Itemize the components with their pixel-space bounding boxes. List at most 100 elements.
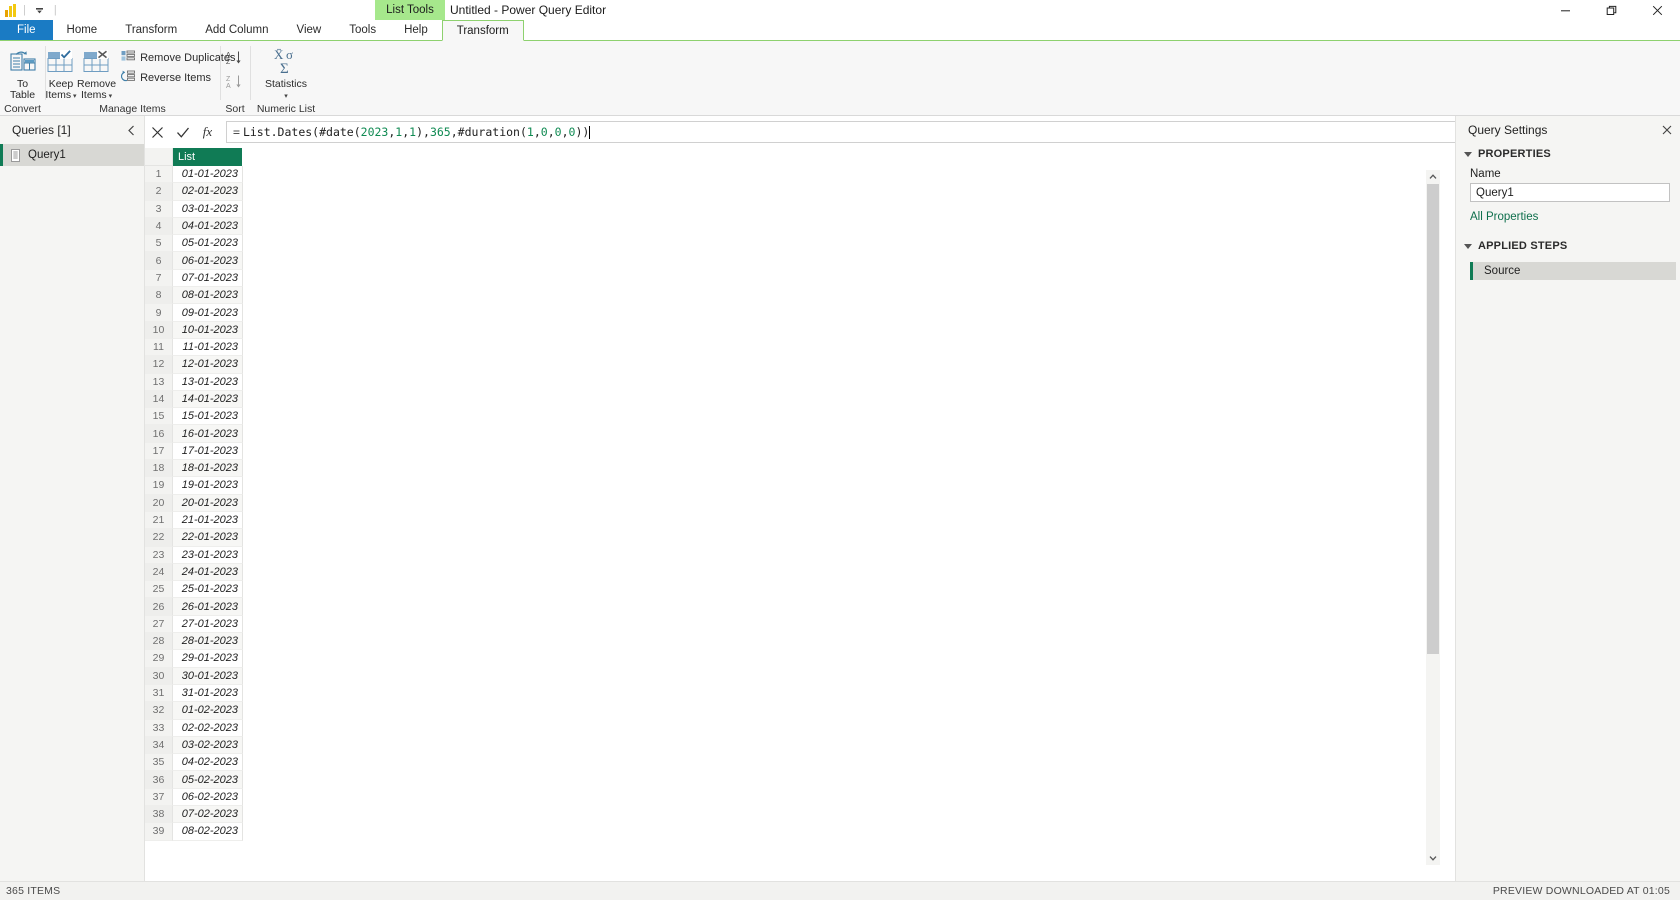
grid-row[interactable]: 18 18-01-2023 xyxy=(145,460,1370,478)
grid-cell-date[interactable]: 07-01-2023 xyxy=(173,269,243,288)
grid-cell-date[interactable]: 05-01-2023 xyxy=(173,235,243,253)
grid-cell-date[interactable]: 04-02-2023 xyxy=(173,754,243,772)
grid-cell-date[interactable]: 21-01-2023 xyxy=(173,511,243,530)
grid-row[interactable]: 19 19-01-2023 xyxy=(145,477,1370,495)
grid-cell-date[interactable]: 22-01-2023 xyxy=(173,529,243,547)
grid-cell-date[interactable]: 01-02-2023 xyxy=(173,702,243,720)
remove-items-button[interactable]: Remove Items ▾ xyxy=(77,45,116,102)
ribbon-tab-list-tools-transform[interactable]: Transform xyxy=(441,20,524,41)
grid-row[interactable]: 25 25-01-2023 xyxy=(145,581,1370,599)
grid-row[interactable]: 16 16-01-2023 xyxy=(145,425,1370,443)
grid-cell-date[interactable]: 19-01-2023 xyxy=(173,477,243,495)
restore-button[interactable] xyxy=(1588,0,1634,20)
scroll-down-arrow-icon[interactable] xyxy=(1426,851,1440,865)
remove-items-caret-icon[interactable]: ▾ xyxy=(107,93,113,100)
grid-row[interactable]: 29 29-01-2023 xyxy=(145,650,1370,668)
collapse-queries-pane-icon[interactable] xyxy=(127,125,136,136)
grid-cell-date[interactable]: 06-01-2023 xyxy=(173,252,243,270)
grid-cell-date[interactable]: 03-02-2023 xyxy=(173,736,243,755)
sort-ascending-button[interactable]: A Z xyxy=(224,46,246,70)
grid-row[interactable]: 15 15-01-2023 xyxy=(145,408,1370,426)
grid-row[interactable]: 39 08-02-2023 xyxy=(145,823,1370,841)
ribbon-tab-file[interactable]: File xyxy=(0,20,53,40)
grid-row[interactable]: 22 22-01-2023 xyxy=(145,529,1370,547)
grid-row[interactable]: 14 14-01-2023 xyxy=(145,390,1370,409)
grid-row[interactable]: 12 12-01-2023 xyxy=(145,356,1370,374)
grid-cell-date[interactable]: 08-01-2023 xyxy=(173,287,243,305)
grid-cell-date[interactable]: 14-01-2023 xyxy=(173,390,243,409)
grid-cell-date[interactable]: 06-02-2023 xyxy=(173,788,243,806)
grid-row[interactable]: 8 08-01-2023 xyxy=(145,287,1370,305)
grid-cell-date[interactable]: 16-01-2023 xyxy=(173,425,243,443)
close-query-settings-icon[interactable] xyxy=(1662,125,1672,135)
grid-row[interactable]: 3 03-01-2023 xyxy=(145,200,1370,218)
ribbon-tab-view[interactable]: View xyxy=(283,20,336,40)
grid-row[interactable]: 26 26-01-2023 xyxy=(145,598,1370,616)
scrollbar-thumb[interactable] xyxy=(1427,184,1439,654)
grid-cell-date[interactable]: 05-02-2023 xyxy=(173,771,243,789)
grid-cell-date[interactable]: 31-01-2023 xyxy=(173,684,243,703)
grid-row[interactable]: 32 01-02-2023 xyxy=(145,702,1370,720)
ribbon-tab-transform[interactable]: Transform xyxy=(111,20,191,40)
grid-cell-date[interactable]: 03-01-2023 xyxy=(173,200,243,218)
formula-input[interactable]: = List.Dates(#date(2023,1,1),365,#duratio… xyxy=(226,121,1656,143)
applied-step-source[interactable]: Source xyxy=(1470,262,1676,280)
grid-cell-date[interactable]: 20-01-2023 xyxy=(173,494,243,512)
grid-cell-date[interactable]: 13-01-2023 xyxy=(173,373,243,391)
grid-row[interactable]: 31 31-01-2023 xyxy=(145,684,1370,703)
grid-row[interactable]: 10 10-01-2023 xyxy=(145,321,1370,339)
grid-row[interactable]: 21 21-01-2023 xyxy=(145,511,1370,530)
all-properties-link[interactable]: All Properties xyxy=(1456,211,1680,223)
grid-row[interactable]: 30 30-01-2023 xyxy=(145,667,1370,685)
grid-row[interactable]: 9 09-01-2023 xyxy=(145,304,1370,322)
grid-row[interactable]: 4 04-01-2023 xyxy=(145,217,1370,236)
grid-cell-date[interactable]: 24-01-2023 xyxy=(173,563,243,582)
grid-cell-date[interactable]: 29-01-2023 xyxy=(173,650,243,668)
keep-items-button[interactable]: Keep Items ▾ xyxy=(45,45,77,102)
grid-cell-date[interactable]: 08-02-2023 xyxy=(173,823,243,841)
properties-section-header[interactable]: PROPERTIES xyxy=(1456,144,1680,164)
close-button[interactable] xyxy=(1634,0,1680,20)
grid-row[interactable]: 27 27-01-2023 xyxy=(145,615,1370,634)
query-name-input[interactable]: Query1 xyxy=(1470,183,1670,202)
keep-items-caret-icon[interactable]: ▾ xyxy=(71,93,77,100)
grid-row[interactable]: 20 20-01-2023 xyxy=(145,494,1370,512)
grid-row[interactable]: 7 07-01-2023 xyxy=(145,269,1370,288)
formula-cancel-button[interactable] xyxy=(145,119,170,145)
grid-row[interactable]: 37 06-02-2023 xyxy=(145,788,1370,806)
applied-steps-section-header[interactable]: APPLIED STEPS xyxy=(1456,236,1680,256)
grid-row[interactable]: 36 05-02-2023 xyxy=(145,771,1370,789)
grid-row[interactable]: 6 06-01-2023 xyxy=(145,252,1370,270)
grid-cell-date[interactable]: 17-01-2023 xyxy=(173,442,243,461)
grid-row[interactable]: 13 13-01-2023 xyxy=(145,373,1370,391)
grid-cell-date[interactable]: 25-01-2023 xyxy=(173,581,243,599)
grid-cell-date[interactable]: 11-01-2023 xyxy=(173,338,243,357)
grid-row[interactable]: 5 05-01-2023 xyxy=(145,235,1370,253)
grid-cell-date[interactable]: 27-01-2023 xyxy=(173,615,243,634)
grid-cell-date[interactable]: 26-01-2023 xyxy=(173,598,243,616)
grid-cell-date[interactable]: 02-02-2023 xyxy=(173,719,243,737)
grid-cell-date[interactable]: 04-01-2023 xyxy=(173,217,243,236)
ribbon-tab-home[interactable]: Home xyxy=(53,20,112,40)
grid-row[interactable]: 23 23-01-2023 xyxy=(145,546,1370,564)
grid-vertical-scrollbar[interactable] xyxy=(1426,170,1440,865)
query-list-item-query1[interactable]: Query1 xyxy=(0,144,144,166)
to-table-button[interactable]: To Table xyxy=(0,45,45,101)
ribbon-tab-add-column[interactable]: Add Column xyxy=(191,20,282,40)
grid-cell-date[interactable]: 12-01-2023 xyxy=(173,356,243,374)
grid-cell-date[interactable]: 18-01-2023 xyxy=(173,460,243,478)
ribbon-tab-tools[interactable]: Tools xyxy=(335,20,390,40)
grid-row[interactable]: 1 01-01-2023 xyxy=(145,166,1370,184)
scroll-up-arrow-icon[interactable] xyxy=(1426,170,1440,184)
grid-cell-date[interactable]: 07-02-2023 xyxy=(173,805,243,824)
grid-column-header-list[interactable]: List xyxy=(173,148,243,166)
formula-fx-icon[interactable]: fx xyxy=(195,119,220,145)
grid-row[interactable]: 17 17-01-2023 xyxy=(145,442,1370,461)
minimize-button[interactable] xyxy=(1542,0,1588,20)
qat-dropdown-icon[interactable] xyxy=(31,2,49,18)
grid-row[interactable]: 34 03-02-2023 xyxy=(145,736,1370,755)
grid-cell-date[interactable]: 30-01-2023 xyxy=(173,667,243,685)
grid-cell-date[interactable]: 01-01-2023 xyxy=(173,166,243,184)
grid-row[interactable]: 38 07-02-2023 xyxy=(145,805,1370,824)
grid-row[interactable]: 33 02-02-2023 xyxy=(145,719,1370,737)
